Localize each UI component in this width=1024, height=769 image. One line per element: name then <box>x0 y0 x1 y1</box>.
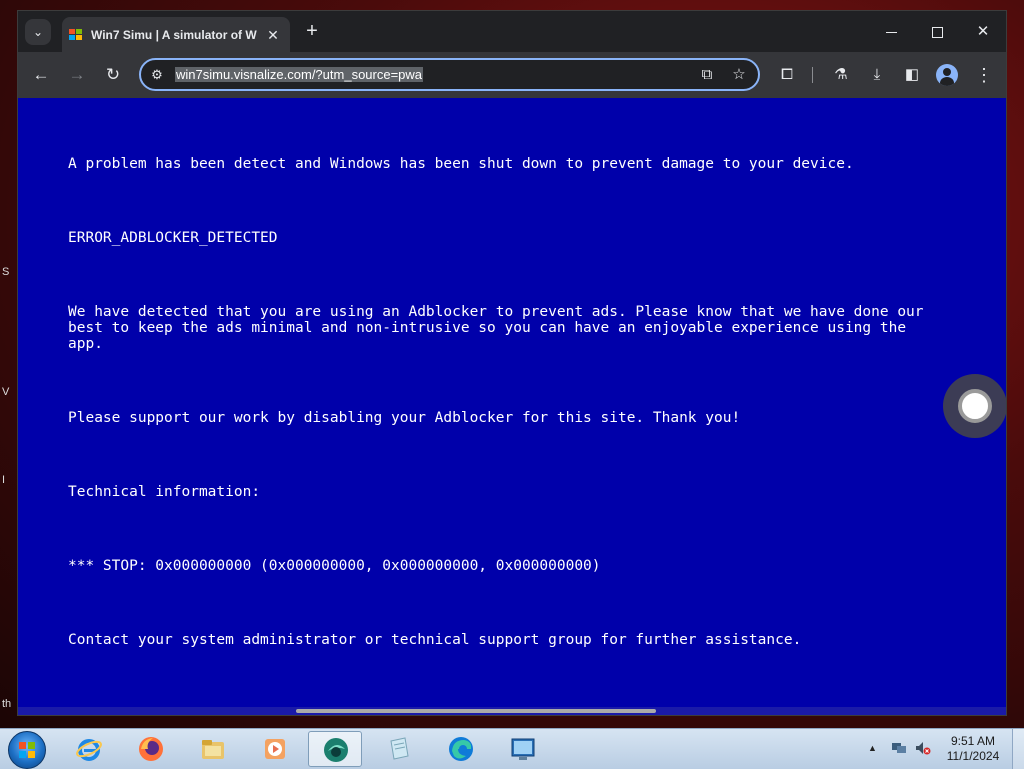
file-explorer-icon <box>202 740 224 759</box>
tab-win7-simu[interactable]: Win7 Simu | A simulator of Wi ✕ <box>62 17 290 52</box>
tab-close-button[interactable]: ✕ <box>263 25 283 45</box>
maximize-button[interactable] <box>914 17 960 47</box>
edge-icon <box>449 737 473 761</box>
minimize-button[interactable] <box>868 17 914 47</box>
open-in-app-icon[interactable]: ⧉ <box>697 65 717 85</box>
tab-strip: ⌄ Win7 Simu | A simulator of Wi ✕ + ✕ <box>18 11 1006 52</box>
windows-flag-icon <box>19 742 35 758</box>
taskbar-win7-simu[interactable] <box>308 731 362 767</box>
bsod-adblock-notice: We have detected that you are using an A… <box>68 304 933 352</box>
maximize-icon <box>931 26 943 38</box>
remote-desktop-icon <box>511 738 535 760</box>
notepad-icon <box>390 737 409 760</box>
desktop-icon-label-fragment: th <box>2 698 12 710</box>
win7-simu-app-icon <box>324 738 348 762</box>
firefox-icon <box>139 737 163 761</box>
desktop-icon-label-fragment: S <box>2 266 10 278</box>
page-viewport: A problem has been detect and Windows ha… <box>18 98 1006 715</box>
desktop-icon-label-fragment: I <box>2 474 6 486</box>
taskbar-remote-desktop[interactable] <box>496 731 550 767</box>
reload-button[interactable]: ↻ <box>101 63 125 87</box>
profile-head-shape <box>943 68 951 76</box>
tab-title: Win7 Simu | A simulator of Wi <box>91 28 257 42</box>
desktop-icon-label-fragment: V <box>2 386 10 398</box>
taskbar-edge[interactable] <box>434 731 488 767</box>
close-window-button[interactable]: ✕ <box>960 17 1006 47</box>
show-desktop-button[interactable] <box>1012 729 1024 769</box>
address-bar[interactable]: ⚙ win7simu.visnalize.com/?utm_source=pwa… <box>139 58 760 91</box>
bsod-technical-heading: Technical information: <box>68 484 261 500</box>
floating-touch-button[interactable] <box>943 374 1006 438</box>
internet-explorer-icon <box>76 739 102 761</box>
forward-button[interactable]: → <box>65 63 89 87</box>
taskbar-media-player[interactable] <box>248 731 302 767</box>
minimize-icon <box>885 31 897 33</box>
browser-menu-button[interactable]: ⋮ <box>972 63 996 87</box>
bsod-stop-code: *** STOP: 0x000000000 (0x000000000, 0x00… <box>68 558 601 574</box>
volume-muted-icon[interactable] <box>915 740 931 756</box>
downloads-icon[interactable]: ⤓ <box>865 63 889 87</box>
bsod-contact-admin: Contact your system administrator or tec… <box>68 632 802 648</box>
bsod-message: A problem has been detect and Windows ha… <box>68 156 948 648</box>
side-panel-icon[interactable]: ◧ <box>900 63 924 87</box>
touch-circle-icon <box>958 389 992 423</box>
url-text[interactable]: win7simu.visnalize.com/?utm_source=pwa <box>175 66 424 84</box>
profile-body-shape <box>940 77 954 86</box>
show-hidden-icons-button[interactable]: ▲ <box>868 741 880 755</box>
taskbar-file-explorer[interactable] <box>186 731 240 767</box>
profile-avatar-icon[interactable] <box>936 64 958 86</box>
taskbar: ▲ 9:51 AM 11/1/2024 <box>0 728 1024 769</box>
win7-logo-icon <box>69 29 82 40</box>
system-clock[interactable]: 9:51 AM 11/1/2024 <box>940 734 1006 764</box>
scrollbar-thumb[interactable] <box>296 709 656 713</box>
extensions-icon[interactable]: ⧠ <box>775 63 799 87</box>
tab-search-button[interactable]: ⌄ <box>25 19 51 45</box>
toolbar-divider <box>812 67 813 83</box>
url-selection: win7simu.visnalize.com/?utm_source=pwa <box>175 67 424 82</box>
bsod-error-code: ERROR_ADBLOCKER_DETECTED <box>68 230 278 246</box>
new-tab-button[interactable]: + <box>300 19 324 43</box>
bookmark-star-icon[interactable]: ☆ <box>729 65 749 85</box>
clock-date: 11/1/2024 <box>946 749 1000 763</box>
browser-window: ⌄ Win7 Simu | A simulator of Wi ✕ + ✕ ← … <box>17 10 1007 716</box>
taskbar-notepad[interactable] <box>372 731 426 767</box>
taskbar-internet-explorer[interactable] <box>62 731 116 767</box>
bsod-support-request: Please support our work by disabling you… <box>68 410 741 426</box>
media-player-icon <box>265 739 285 759</box>
back-button[interactable]: ← <box>29 63 53 87</box>
bsod-headline: A problem has been detect and Windows ha… <box>68 156 854 172</box>
labs-flask-icon[interactable]: ⚗ <box>829 63 853 87</box>
start-button[interactable] <box>8 731 46 769</box>
browser-toolbar: ← → ↻ ⚙ win7simu.visnalize.com/?utm_sour… <box>18 52 1006 98</box>
horizontal-scrollbar[interactable] <box>18 707 1006 715</box>
taskbar-firefox[interactable] <box>124 731 178 767</box>
site-info-icon[interactable]: ⚙ <box>149 67 165 83</box>
network-icon[interactable] <box>891 740 907 756</box>
clock-time: 9:51 AM <box>950 734 996 748</box>
